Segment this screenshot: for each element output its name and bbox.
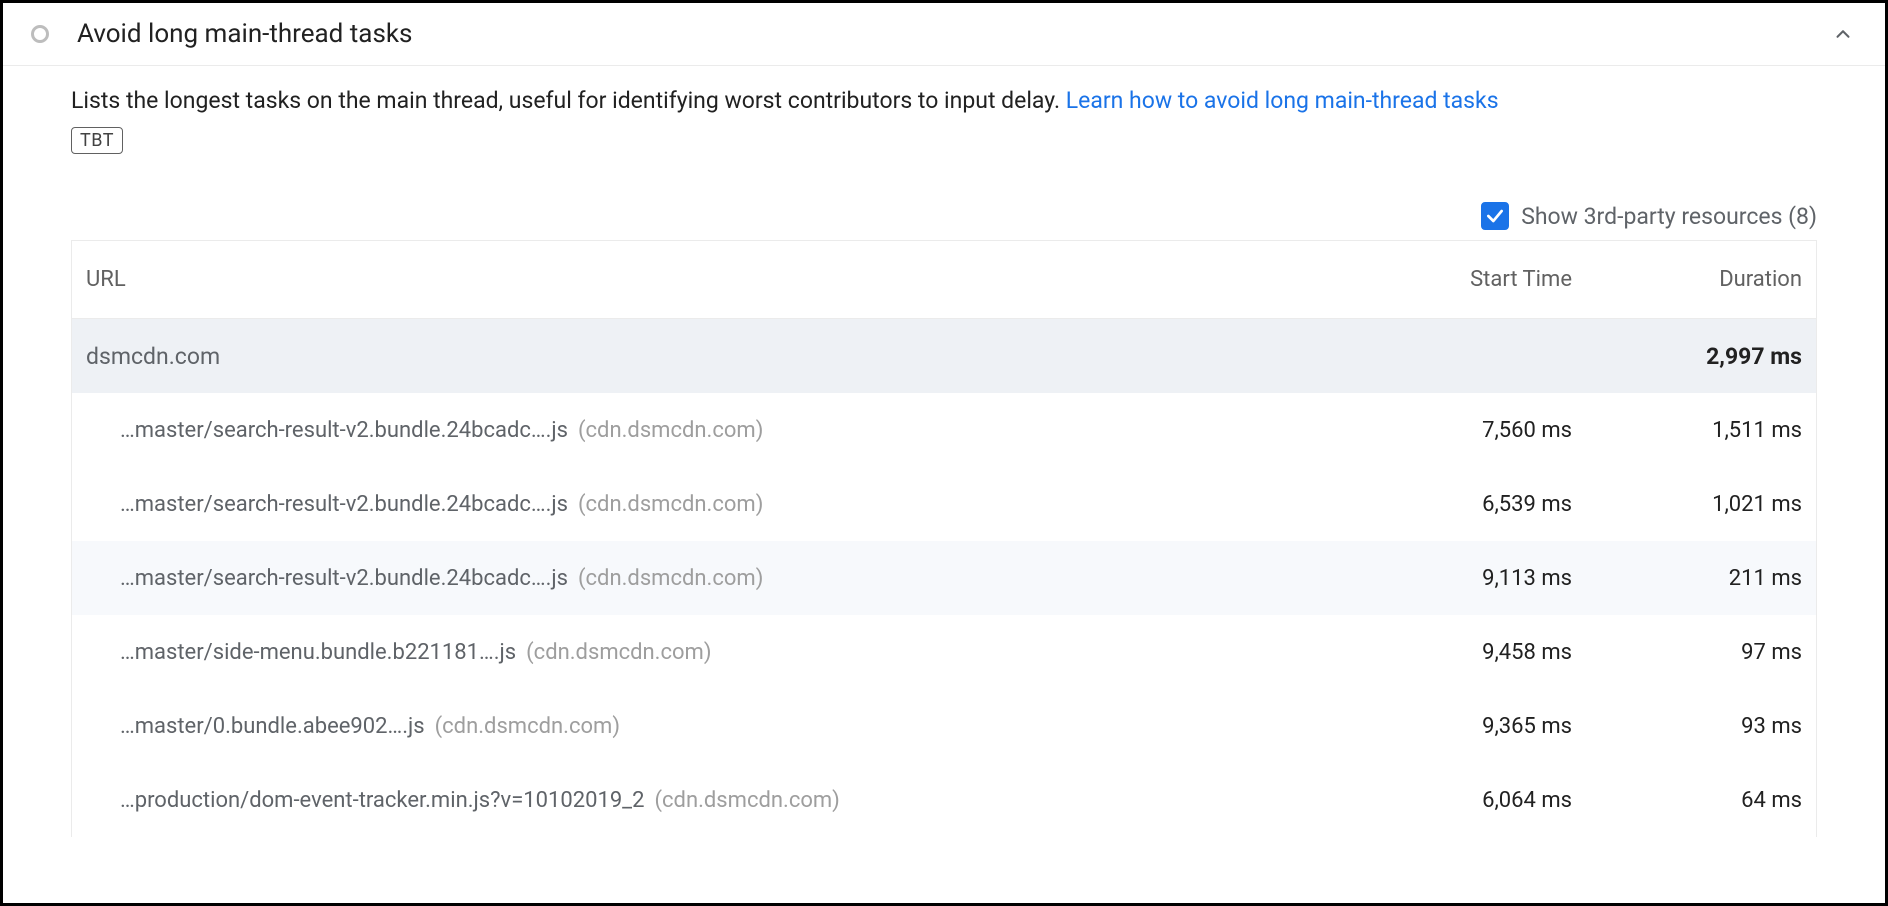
learn-more-link[interactable]: Learn how to avoid long main-thread task… (1066, 87, 1499, 114)
cell-duration: 211 ms (1572, 566, 1802, 591)
audit-panel: Avoid long main-thread tasks Lists the l… (0, 0, 1888, 906)
audit-title: Avoid long main-thread tasks (77, 19, 1829, 49)
url-path: …master/side-menu.bundle.b221181….js (120, 640, 516, 665)
cell-url: …master/search-result-v2.bundle.24bcadc…… (86, 566, 1342, 591)
url-host: (cdn.dsmcdn.com) (578, 418, 763, 443)
checkmark-icon (1485, 206, 1505, 226)
chevron-up-icon (1832, 23, 1854, 45)
table-row[interactable]: …master/side-menu.bundle.b221181….js (cdn… (72, 615, 1816, 689)
cell-start-time: 9,113 ms (1342, 566, 1572, 591)
url-host: (cdn.dsmcdn.com) (578, 566, 763, 591)
table-row[interactable]: …master/0.bundle.abee902….js (cdn.dsmcdn.… (72, 689, 1816, 763)
url-path: …master/search-result-v2.bundle.24bcadc…… (120, 566, 568, 591)
cell-start-time: 9,365 ms (1342, 714, 1572, 739)
col-header-start: Start Time (1342, 267, 1572, 292)
cell-url: …master/search-result-v2.bundle.24bcadc…… (86, 492, 1342, 517)
url-path: …master/search-result-v2.bundle.24bcadc…… (120, 492, 568, 517)
table-group-row[interactable]: dsmcdn.com 2,997 ms (72, 319, 1816, 393)
table-header-row: URL Start Time Duration (72, 241, 1816, 319)
cell-url: …master/search-result-v2.bundle.24bcadc…… (86, 418, 1342, 443)
cell-duration: 93 ms (1572, 714, 1802, 739)
url-host: (cdn.dsmcdn.com) (578, 492, 763, 517)
cell-duration: 64 ms (1572, 788, 1802, 813)
col-header-url: URL (86, 267, 1342, 292)
cell-start-time: 9,458 ms (1342, 640, 1572, 665)
url-host: (cdn.dsmcdn.com) (654, 788, 839, 813)
url-path: …master/0.bundle.abee902….js (120, 714, 425, 739)
table-row[interactable]: …production/dom-event-tracker.min.js?v=1… (72, 763, 1816, 837)
tasks-table: URL Start Time Duration dsmcdn.com 2,997… (71, 240, 1817, 837)
url-host: (cdn.dsmcdn.com) (435, 714, 620, 739)
cell-duration: 97 ms (1572, 640, 1802, 665)
table-row[interactable]: …master/search-result-v2.bundle.24bcadc…… (72, 467, 1816, 541)
status-indicator-icon (31, 25, 49, 43)
url-path: …master/search-result-v2.bundle.24bcadc…… (120, 418, 568, 443)
audit-header[interactable]: Avoid long main-thread tasks (3, 3, 1885, 66)
audit-description-text: Lists the longest tasks on the main thre… (71, 87, 1066, 114)
cell-duration: 1,511 ms (1572, 418, 1802, 443)
table-row[interactable]: …master/search-result-v2.bundle.24bcadc…… (72, 393, 1816, 467)
cell-duration: 1,021 ms (1572, 492, 1802, 517)
cell-start-time: 6,064 ms (1342, 788, 1572, 813)
collapse-button[interactable] (1829, 20, 1857, 48)
table-row[interactable]: …master/search-result-v2.bundle.24bcadc…… (72, 541, 1816, 615)
audit-body: Lists the longest tasks on the main thre… (3, 66, 1885, 837)
group-host: dsmcdn.com (86, 343, 1342, 370)
audit-description: Lists the longest tasks on the main thre… (71, 84, 1817, 117)
third-party-label: Show 3rd-party resources (8) (1521, 203, 1817, 230)
cell-url: …master/0.bundle.abee902….js (cdn.dsmcdn.… (86, 714, 1342, 739)
third-party-checkbox[interactable] (1481, 202, 1509, 230)
cell-url: …production/dom-event-tracker.min.js?v=1… (86, 788, 1342, 813)
url-path: …production/dom-event-tracker.min.js?v=1… (120, 788, 644, 813)
cell-start-time: 7,560 ms (1342, 418, 1572, 443)
third-party-toggle-row: Show 3rd-party resources (8) (71, 202, 1817, 230)
cell-start-time: 6,539 ms (1342, 492, 1572, 517)
metric-tag: TBT (71, 127, 123, 154)
col-header-dur: Duration (1572, 267, 1802, 292)
url-host: (cdn.dsmcdn.com) (526, 640, 711, 665)
group-duration: 2,997 ms (1572, 343, 1802, 370)
cell-url: …master/side-menu.bundle.b221181….js (cdn… (86, 640, 1342, 665)
